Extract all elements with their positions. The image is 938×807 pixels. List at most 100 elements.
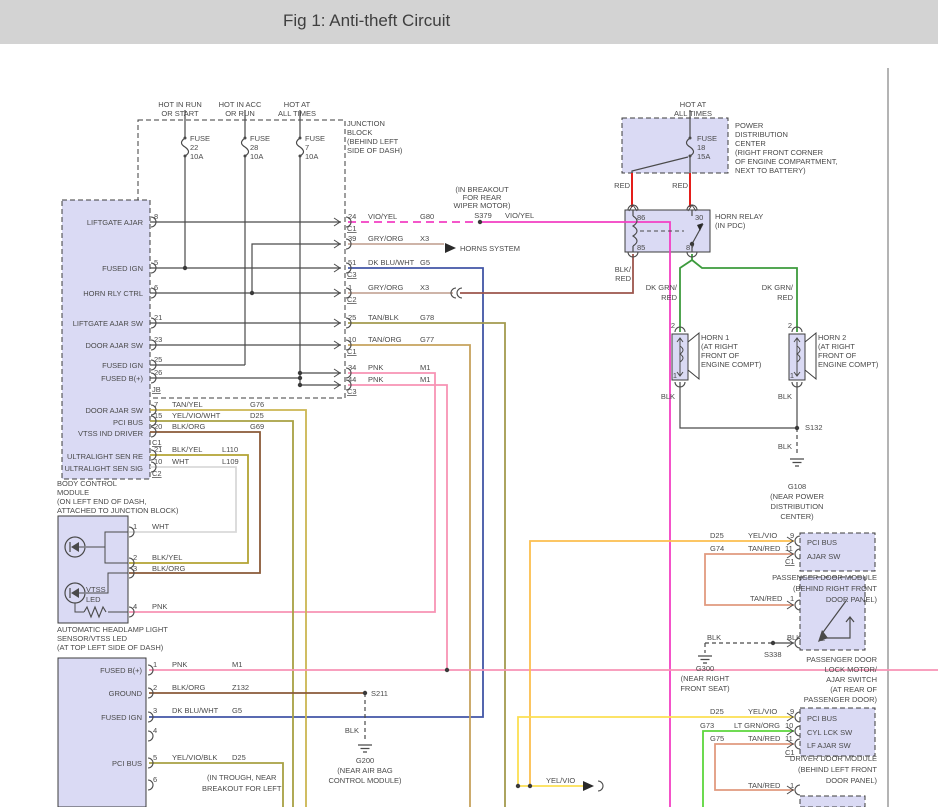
yel-vio-pass <box>529 540 794 786</box>
label-g200: G200 <box>356 756 374 765</box>
label-25: 25 <box>154 355 162 364</box>
label-next-to-battery: NEXT TO BATTERY) <box>735 166 806 175</box>
label-cyl-lck-sw: CYL LCK SW <box>807 728 853 737</box>
label-vio-yel: VIO/YEL <box>368 212 397 221</box>
label-c2: C2 <box>152 469 162 478</box>
label-wiper-motor: WIPER MOTOR) <box>454 201 511 210</box>
junction-dot <box>794 425 800 431</box>
label-ultralight-sen-re: ULTRALIGHT SEN RE <box>67 452 143 461</box>
label-8: 8 <box>154 212 158 221</box>
label-hot-at: HOT AT <box>284 100 311 109</box>
junction-block-box <box>137 119 346 399</box>
driver-switch-box <box>799 795 866 807</box>
label-hot-in-acc: HOT IN ACC <box>219 100 262 109</box>
label-g5: G5 <box>420 258 430 267</box>
label-liftgate-ajar: LIFTGATE AJAR <box>87 218 144 227</box>
label-39: 39 <box>348 234 356 243</box>
label-at-rear-of: (AT REAR OF <box>830 685 877 694</box>
fuse-22-icon <box>183 154 187 158</box>
connector-pin-arc <box>794 711 801 723</box>
label-blk: BLK <box>778 392 792 401</box>
label-pnk: PNK <box>368 363 383 372</box>
bottom-module-box <box>57 657 147 807</box>
label-30: 30 <box>695 213 703 222</box>
label-center: CENTER) <box>780 512 814 521</box>
label-lt-grn-org: LT GRN/ORG <box>734 721 780 730</box>
label-g80: G80 <box>420 212 434 221</box>
label-attached-to-junction-block: ATTACHED TO JUNCTION BLOCK) <box>57 506 179 515</box>
label-engine-compt: ENGINE COMPT) <box>701 360 762 369</box>
label-side-of-dash: SIDE OF DASH) <box>347 146 403 155</box>
vio-yel-solid <box>480 221 671 807</box>
fuse-22-icon <box>180 137 190 157</box>
connector-pin-arc <box>794 599 801 611</box>
label-3: 3 <box>133 564 137 573</box>
label-c2: C2 <box>347 295 357 304</box>
label-44: 44 <box>348 375 356 384</box>
label-tan-yel: TAN/YEL <box>172 400 203 409</box>
label-1: 1 <box>673 371 677 380</box>
junction-dot <box>297 370 303 376</box>
label-tan-red: TAN/RED <box>748 544 781 553</box>
label-c1: C1 <box>785 557 795 566</box>
label-behind-left: (BEHIND LEFT <box>347 137 399 146</box>
label-blk: BLK <box>787 633 801 642</box>
label-l109: L109 <box>222 457 239 466</box>
label-front-of: FRONT OF <box>818 351 857 360</box>
label-87: 87 <box>686 243 694 252</box>
label-s132: S132 <box>805 423 823 432</box>
label-fused-b: FUSED B(+) <box>100 666 142 675</box>
label-86: 86 <box>637 213 645 222</box>
label-wht: WHT <box>152 522 169 531</box>
label-door-panel: DOOR PANEL) <box>826 595 878 604</box>
label-9: 9 <box>790 707 794 716</box>
label-d25: D25 <box>710 707 724 716</box>
label-lock-motor: LOCK MOTOR/ <box>825 665 878 674</box>
label-g300: G300 <box>696 664 714 673</box>
label-breakout-for-left: BREAKOUT FOR LEFT <box>202 784 282 793</box>
label-jb: JB <box>152 385 161 394</box>
horn2-cone <box>804 331 817 381</box>
label-vio-yel: VIO/YEL <box>505 211 534 220</box>
label-pci-bus: PCI BUS <box>113 418 143 427</box>
label-control-module: CONTROL MODULE) <box>328 776 402 785</box>
label-10a: 10A <box>305 152 318 161</box>
label-door-ajar-sw: DOOR AJAR SW <box>85 406 143 415</box>
label-door-ajar-sw: DOOR AJAR SW <box>85 341 143 350</box>
label-front-seat: FRONT SEAT) <box>680 684 730 693</box>
label-1: 1 <box>790 371 794 380</box>
label-fuse: FUSE <box>190 134 210 143</box>
label-6: 6 <box>153 775 157 784</box>
label-26: 26 <box>154 368 162 377</box>
label-1: 1 <box>790 594 794 603</box>
label-yel-vio: YEL/VIO <box>748 707 777 716</box>
label-gry-org: GRY/ORG <box>368 234 403 243</box>
label-door-panel: DOOR PANEL) <box>826 776 878 785</box>
label-g73: G73 <box>700 721 714 730</box>
label-g75: G75 <box>710 734 724 743</box>
dk-grn-red-horn1 <box>679 254 693 332</box>
label-tan-blk: TAN/BLK <box>368 313 399 322</box>
label-in-trough-near: (IN TROUGH, NEAR <box>207 773 277 782</box>
label-2: 2 <box>788 321 792 330</box>
label-3: 3 <box>153 706 157 715</box>
label-g108: G108 <box>788 482 806 491</box>
label-junction: JUNCTION <box>347 119 385 128</box>
label-34: 34 <box>348 363 356 372</box>
junction-dot <box>297 382 303 388</box>
yel-vio-arrow <box>583 781 594 791</box>
page-title: Fig 1: Anti-theft Circuit <box>283 11 451 30</box>
label-21: 21 <box>154 445 162 454</box>
label-c1: C1 <box>347 224 357 233</box>
label-d25: D25 <box>250 411 264 420</box>
label-hot-at: HOT AT <box>680 100 707 109</box>
label-pci-bus: PCI BUS <box>807 714 837 723</box>
label-ultralight-sen-sig: ULTRALIGHT SEN SIG <box>65 464 144 473</box>
label-11: 11 <box>785 544 793 553</box>
label-m1: M1 <box>420 363 430 372</box>
label-x3: X3 <box>420 283 429 292</box>
connector-pin-arc <box>597 780 604 792</box>
label-driver-door-module: DRIVER DOOR MODULE <box>790 754 877 763</box>
label-red: RED <box>615 274 631 283</box>
label-all-times: ALL TIMES <box>278 109 316 118</box>
